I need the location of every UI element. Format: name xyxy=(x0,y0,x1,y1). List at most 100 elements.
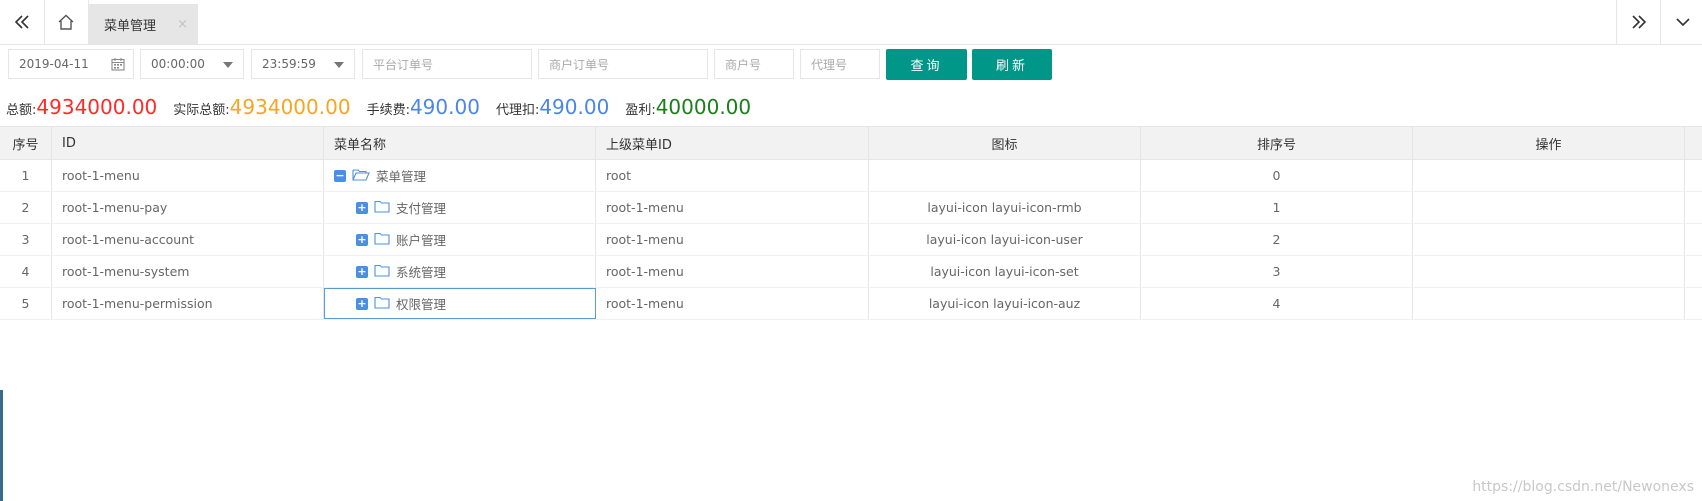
table-row[interactable]: 3 root-1-menu-account + 账户管理 root-1-menu… xyxy=(0,224,1702,256)
row-sort: 1 xyxy=(1141,192,1413,223)
row-parent-id: root-1-menu xyxy=(596,224,869,255)
row-index: 3 xyxy=(0,224,52,255)
tab-menu-management[interactable]: 菜单管理 × xyxy=(88,4,198,44)
expand-icon[interactable]: + xyxy=(356,297,368,310)
folder-icon xyxy=(374,232,390,248)
table-row[interactable]: 2 root-1-menu-pay + 支付管理 root-1-menu lay… xyxy=(0,192,1702,224)
totals-summary: 总额: 4934000.00 实际总额: 4934000.00 手续费: 490… xyxy=(6,95,767,121)
actual-total-value: 4934000.00 xyxy=(229,95,351,119)
merchant-order-input[interactable]: 商户订单号 xyxy=(538,49,708,79)
row-actions xyxy=(1413,288,1685,319)
row-parent-id: root-1-menu xyxy=(596,256,869,287)
scroll-right-button[interactable] xyxy=(1616,0,1661,44)
expand-icon[interactable]: + xyxy=(356,233,368,246)
expand-icon[interactable]: + xyxy=(356,201,368,214)
profit-value: 40000.00 xyxy=(655,95,752,119)
caret-down-icon xyxy=(223,62,233,68)
table-row[interactable]: 4 root-1-menu-system + 系统管理 root-1-menu … xyxy=(0,256,1702,288)
header-parent-id: 上级菜单ID xyxy=(596,127,869,159)
row-menu-name: 菜单管理 xyxy=(376,169,427,184)
row-id: root-1-menu-account xyxy=(52,224,324,255)
table-row[interactable]: 5 root-1-menu-permission + 权限管理 root-1-m… xyxy=(0,288,1702,320)
home-tab-button[interactable] xyxy=(44,0,89,44)
date-value: 2019-04-11 xyxy=(19,57,89,71)
home-icon xyxy=(58,14,74,30)
row-menu-name-cell[interactable]: + 权限管理 xyxy=(324,288,596,319)
row-index: 1 xyxy=(0,160,52,191)
agent-no-input[interactable]: 代理号 xyxy=(800,49,880,79)
agent-deduction-value: 490.00 xyxy=(539,95,610,119)
platform-order-placeholder: 平台订单号 xyxy=(373,57,434,72)
header-index: 序号 xyxy=(0,127,52,159)
row-menu-name: 支付管理 xyxy=(396,201,447,216)
agent-no-placeholder: 代理号 xyxy=(811,57,848,72)
folder-icon xyxy=(374,200,390,216)
start-time-select[interactable]: 00:00:00 xyxy=(140,49,244,79)
row-id: root-1-menu-pay xyxy=(52,192,324,223)
row-parent-id: root-1-menu xyxy=(596,192,869,223)
merchant-no-placeholder: 商户号 xyxy=(725,57,762,72)
row-id: root-1-menu xyxy=(52,160,324,191)
row-menu-name-cell[interactable]: − 菜单管理 xyxy=(324,160,596,191)
row-id: root-1-menu-permission xyxy=(52,288,324,319)
scroll-left-button[interactable] xyxy=(0,0,45,44)
query-button[interactable]: 查询 xyxy=(886,49,967,80)
row-actions xyxy=(1413,256,1685,287)
end-time-select[interactable]: 23:59:59 xyxy=(251,49,355,79)
collapse-icon[interactable]: − xyxy=(334,169,346,182)
double-chevron-right-icon xyxy=(1632,15,1647,29)
row-icon-class xyxy=(869,160,1141,191)
end-time-value: 23:59:59 xyxy=(262,57,316,71)
row-actions xyxy=(1413,224,1685,255)
agent-deduction-label: 代理扣: xyxy=(495,103,540,118)
row-icon-class: layui-icon layui-icon-rmb xyxy=(869,192,1141,223)
merchant-no-input[interactable]: 商户号 xyxy=(714,49,794,79)
caret-down-icon xyxy=(334,62,344,68)
row-sort: 3 xyxy=(1141,256,1413,287)
row-sort: 4 xyxy=(1141,288,1413,319)
row-index: 2 xyxy=(0,192,52,223)
row-index: 5 xyxy=(0,288,52,319)
platform-order-input[interactable]: 平台订单号 xyxy=(362,49,532,79)
row-icon-class: layui-icon layui-icon-set xyxy=(869,256,1141,287)
table-row[interactable]: 1 root-1-menu − 菜单管理 root 0 xyxy=(0,160,1702,192)
tab-label: 菜单管理 xyxy=(104,18,157,34)
row-menu-name: 权限管理 xyxy=(396,297,447,312)
row-menu-name-cell[interactable]: + 账户管理 xyxy=(324,224,596,255)
folder-open-icon xyxy=(352,168,370,184)
merchant-order-placeholder: 商户订单号 xyxy=(549,57,610,72)
total-value: 4934000.00 xyxy=(36,95,158,119)
row-actions xyxy=(1413,192,1685,223)
row-parent-id: root-1-menu xyxy=(596,288,869,319)
row-icon-class: layui-icon layui-icon-user xyxy=(869,224,1141,255)
header-actions: 操作 xyxy=(1413,127,1685,159)
row-parent-id: root xyxy=(596,160,869,191)
row-icon-class: layui-icon layui-icon-auz xyxy=(869,288,1141,319)
left-edge-bar xyxy=(0,390,3,501)
row-actions xyxy=(1413,160,1685,191)
tab-menu-dropdown-button[interactable] xyxy=(1660,0,1702,44)
double-chevron-left-icon xyxy=(14,15,29,29)
fee-value: 490.00 xyxy=(409,95,480,119)
refresh-button[interactable]: 刷新 xyxy=(972,49,1052,80)
fee-label: 手续费: xyxy=(366,103,410,118)
header-menu-name: 菜单名称 xyxy=(324,127,596,159)
start-time-value: 00:00:00 xyxy=(151,57,205,71)
table-header: 序号 ID 菜单名称 上级菜单ID 图标 排序号 操作 xyxy=(0,126,1702,160)
folder-icon xyxy=(374,296,390,312)
header-sort: 排序号 xyxy=(1141,127,1413,159)
expand-icon[interactable]: + xyxy=(356,265,368,278)
row-menu-name-cell[interactable]: + 支付管理 xyxy=(324,192,596,223)
row-id: root-1-menu-system xyxy=(52,256,324,287)
row-menu-name: 系统管理 xyxy=(396,265,447,280)
chevron-down-icon xyxy=(1676,18,1690,27)
watermark: https://blog.csdn.net/Newonexs xyxy=(1472,479,1694,495)
tab-bar: 菜单管理 × xyxy=(0,0,1702,45)
calendar-icon xyxy=(111,57,125,74)
date-input[interactable]: 2019-04-11 xyxy=(8,49,134,79)
close-tab-icon[interactable]: × xyxy=(177,17,188,32)
row-menu-name-cell[interactable]: + 系统管理 xyxy=(324,256,596,287)
header-icon: 图标 xyxy=(869,127,1141,159)
row-index: 4 xyxy=(0,256,52,287)
row-menu-name: 账户管理 xyxy=(396,233,447,248)
